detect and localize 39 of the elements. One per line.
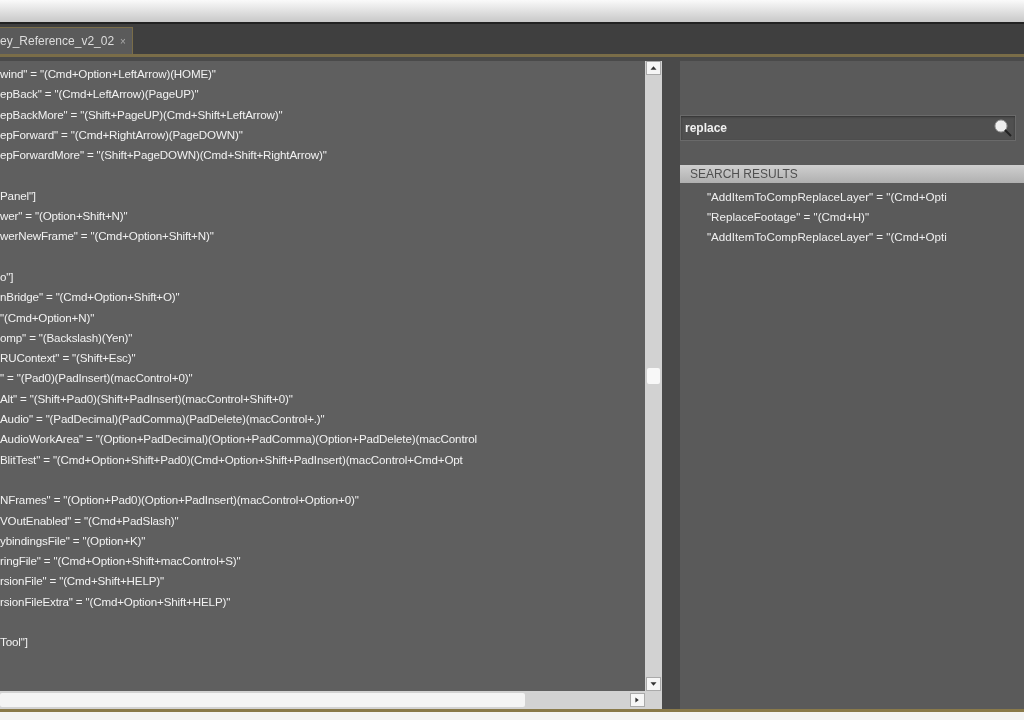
code-line: werNewFrame" = "(Cmd+Option+Shift+N)": [0, 228, 214, 245]
code-line: " = "(Pad0)(PadInsert)(macControl+0)": [0, 370, 193, 387]
code-line: o"]: [0, 268, 14, 285]
document-tab[interactable]: ey_Reference_v2_02 ×: [0, 27, 133, 54]
scrollbar-thumb[interactable]: [647, 368, 660, 384]
code-line: epForward" = "(Cmd+RightArrow)(PageDOWN)": [0, 126, 243, 143]
code-line: rsionFileExtra" = "(Cmd+Option+Shift+HELP)": [0, 593, 231, 610]
code-line: NFrames" = "(Option+Pad0)(Option+PadInsert)(macControl+Option+0)": [0, 492, 359, 509]
code-line: epBack" = "(Cmd+LeftArrow)(PageUP)": [0, 86, 199, 103]
scroll-down-icon[interactable]: [646, 677, 661, 691]
code-line: ybindingsFile" = "(Option+K)": [0, 532, 146, 549]
scrollbar-thumb[interactable]: [0, 693, 525, 707]
search-result[interactable]: "AddItemToCompReplaceLayer" = "(Cmd+Opti: [707, 227, 947, 247]
search-field[interactable]: replace: [680, 115, 1016, 141]
horizontal-scrollbar[interactable]: [0, 691, 662, 709]
search-results-header: SEARCH RESULTS: [680, 165, 1024, 183]
code-line: Panel"]: [0, 187, 36, 204]
code-line: nBridge" = "(Cmd+Option+Shift+O)": [0, 289, 180, 306]
code-line: Alt" = "(Shift+Pad0)(Shift+PadInsert)(macControl+Shift+0)": [0, 390, 293, 407]
code-line: wind" = "(Cmd+Option+LeftArrow)(HOME)": [0, 66, 216, 82]
code-line: BlitTest" = "(Cmd+Option+Shift+Pad0)(Cmd+Option+Shift+PadInsert)(macControl+Cmd+Opt: [0, 451, 463, 468]
code-line: ringFile" = "(Cmd+Option+Shift+macControl+S)": [0, 553, 241, 570]
code-line: rsionFile" = "(Cmd+Shift+HELP)": [0, 573, 164, 590]
code-line: wer" = "(Option+Shift+N)": [0, 208, 128, 225]
vertical-scrollbar[interactable]: [645, 61, 662, 691]
code-line: omp" = "(Backslash)(Yen)": [0, 329, 133, 346]
code-line: epForwardMore" = "(Shift+PageDOWN)(Cmd+Shift+RightArrow)": [0, 147, 327, 164]
search-result[interactable]: "AddItemToCompReplaceLayer" = "(Cmd+Opti: [707, 187, 947, 207]
code-line: Tool"]: [0, 634, 28, 651]
search-icon[interactable]: [992, 117, 1014, 139]
code-line: epBackMore" = "(Shift+PageUP)(Cmd+Shift+LeftArrow)": [0, 106, 283, 123]
scroll-right-icon[interactable]: [630, 693, 645, 707]
code-line: RUContext" = "(Shift+Esc)": [0, 350, 136, 367]
code-line: Audio" = "(PadDecimal)(PadComma)(PadDelete)(macControl+.)": [0, 411, 325, 428]
search-result[interactable]: "ReplaceFootage" = "(Cmd+H)": [707, 207, 870, 227]
code-line: "(Cmd+Option+N)": [0, 309, 95, 326]
code-line: VOutEnabled" = "(Cmd+PadSlash)": [0, 512, 179, 529]
scroll-up-icon[interactable]: [646, 61, 661, 75]
code-line: AudioWorkArea" = "(Option+PadDecimal)(Option+PadComma)(Option+PadDelete)(macControl: [0, 431, 477, 448]
